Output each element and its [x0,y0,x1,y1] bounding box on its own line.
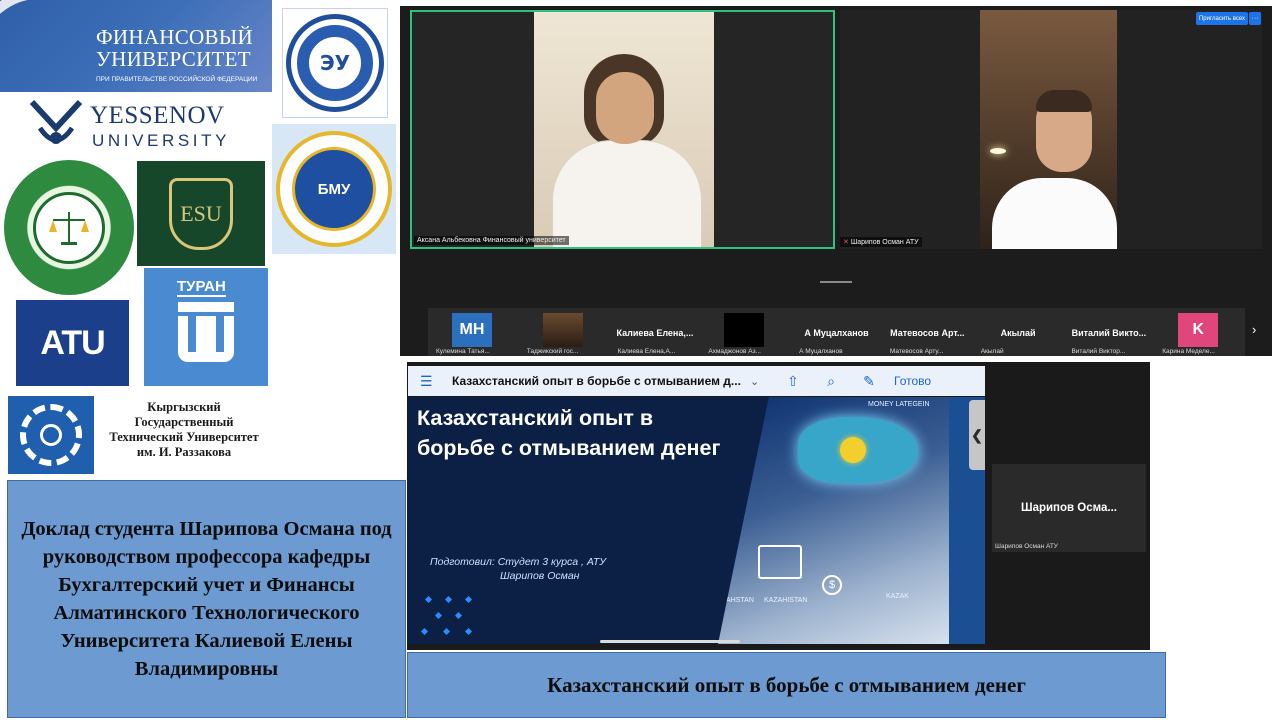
participant-thumbnail[interactable]: Матевосов Арт... Матевосов Арту... [882,308,973,356]
art-label: AHSTAN [726,597,754,604]
participant-display-name: Акылай [1000,328,1036,338]
participant-caption: Ахмаджонов Аз... [708,348,761,355]
participant-tile[interactable]: ✕ Шарипов Осман АТУ [840,10,1262,249]
flag-sun-icon [840,437,866,463]
financial-university-logo: ФИНАНСОВЫЙ УНИВЕРСИТЕТ ПРИ ПРАВИТЕЛЬСТВЕ… [0,0,272,92]
turan-wordmark: ТУРАН [177,278,226,297]
art-label: KAZAK [886,593,909,600]
participant-caption: Матевосов Арту... [889,348,944,355]
kgtu-name: Кыргызский Государственный Технический У… [109,400,259,459]
participant-name-label: ✕ Шарипов Осман АТУ [840,237,922,247]
list-icon[interactable]: ☰ [420,373,438,390]
participant-thumbnail[interactable]: Ахмаджонов Аз... [700,308,791,356]
participant-caption: А Муцалханов [799,348,843,355]
document-title[interactable]: Казахстанский опыт в борьбе с отмыванием… [452,374,742,388]
participant-thumbnail[interactable]: K Карина Меделе... [1154,308,1245,356]
logo-name: ФИНАНСОВЫЙ УНИВЕРСИТЕТ [96,26,253,70]
logo-name-line2: УНИВЕРСИТЕТ [96,47,251,71]
bmu-mark: БМУ [292,147,376,231]
participant-thumbnail[interactable]: Виталий Викто... Виталий Виктор... [1063,308,1154,356]
participant-tile-active-speaker[interactable]: Аксана Альбековна Финансовый университет [410,10,835,249]
presentation-slide: $ MONEY LATEGEIN AHSTAN KAZAHISTAN KAZAK… [408,397,949,644]
scales-icon [33,191,105,264]
yessenov-university-logo: YESSENOV UNIVERSITY [28,98,258,158]
resize-handle[interactable] [820,281,852,283]
esu-logo: ESU [137,161,265,266]
seal-icon: ЭУ [286,14,384,112]
avatar: K [1178,313,1219,347]
topic-caption-text: Казахстанский опыт в борьбе с отмыванием… [547,672,1026,697]
logo-subtitle: ПРИ ПРАВИТЕЛЬСТВЕ РОССИЙСКОЙ ФЕДЕРАЦИИ [96,76,258,83]
participant-caption: Карина Меделе... [1162,348,1215,355]
dollar-icon: $ [822,575,842,595]
slide-author-line1: Подготовил: Студет 3 курса , АТУ [430,556,606,568]
participant-caption: Виталий Виктор... [1071,348,1126,355]
avatar [542,313,583,347]
topic-caption-panel: Казахстанский опыт в борьбе с отмыванием… [407,652,1166,718]
slide-author-line2: Шарипов Осман [500,570,580,582]
esu-shield-icon: ESU [169,177,233,250]
participant-thumbnail[interactable]: MH Кулемина Татья... [428,308,519,356]
slide-illustration: $ MONEY LATEGEIN AHSTAN KAZAHISTAN KAZAK [718,397,949,644]
art-label: MONEY LATEGEIN [868,401,930,408]
participant-thumbnail[interactable]: Калиева Елена,... Калиева Елена,А... [610,308,701,356]
yessenov-emblem-icon [29,99,83,144]
done-button[interactable]: Готово [894,374,931,388]
avatar: MH [452,313,492,347]
belarus-economic-university-logo: ЭУ [282,8,388,118]
participant-thumbnail[interactable]: Таджикский гос... [519,308,610,356]
report-description-panel: Доклад студента Шарипова Османа под руко… [7,480,406,718]
participant-name-text: Шарипов Осман АТУ [850,239,919,246]
invite-all-button[interactable]: Пригласить всех [1196,12,1248,25]
participant-display-name: Шарипов Осма... [1021,502,1117,514]
gear-icon [20,404,82,466]
participant-caption: Калиева Елена,А... [617,348,676,355]
next-page-button[interactable]: › [1252,322,1256,337]
participant-strip: MH Кулемина Татья... Таджикский гос... К… [428,308,1245,356]
seal-mark: ЭУ [313,41,357,85]
more-options-button[interactable]: ··· [1249,12,1261,25]
slide-author: Подготовил: Студет 3 курса , АТУ Шарипов… [430,555,606,583]
bmu-seal-icon: БМУ [276,131,392,247]
chevron-down-icon[interactable]: ⌄ [750,375,764,388]
participant-caption: Таджикский гос... [526,348,579,355]
mic-muted-icon: ✕ [843,239,851,246]
yessenov-subwordmark: UNIVERSITY [92,131,231,150]
document-toolbar: ☰ Казахстанский опыт в борьбе с отмывани… [408,366,985,396]
collapse-panel-button[interactable]: ❮ [969,400,985,470]
tajik-state-university-of-commerce-logo [4,160,134,295]
participant-tile[interactable]: Шарипов Осма... Шарипов Осман АТУ [992,464,1146,552]
logo-name-line1: ФИНАНСОВЫЙ [96,25,253,49]
report-description-text: Доклад студента Шарипова Османа под руко… [21,518,392,680]
participant-video [534,12,714,247]
kgtu-logo [6,394,96,476]
participant-display-name: Матевосов Арт... [890,328,965,338]
participant-name-label: Аксана Альбековна Финансовый университет [414,236,569,245]
participant-caption: Шарипов Осман АТУ [995,543,1058,550]
participant-video [980,10,1117,249]
avatar [724,313,765,347]
bishkek-state-university-logo: БМУ [272,124,396,254]
atu-logo: ATU [16,300,129,386]
participant-display-name: Калиева Елена,... [616,328,694,338]
yessenov-wordmark: YESSENOV [90,102,225,129]
participant-display-name: А Муцалханов [804,328,869,338]
participant-display-name: Виталий Викто... [1071,328,1147,338]
decorative-diamonds [418,593,488,639]
monitor-icon [758,545,802,579]
participant-thumbnail[interactable]: А Муцалханов А Муцалханов [791,308,882,356]
share-icon[interactable]: ⇧ [784,373,802,390]
participant-thumbnail[interactable]: Акылай Акылай [973,308,1064,356]
participant-caption: Акылай [980,348,1004,355]
home-indicator [600,640,740,643]
art-label: KAZAHISTAN [764,597,808,604]
slide-title: Казахстанский опыт в борьбе с отмыванием… [417,406,721,460]
markup-icon[interactable]: ✎ [860,373,878,390]
participant-caption: Кулемина Татья... [436,348,490,355]
search-icon[interactable]: ⌕ [822,373,840,390]
turan-university-logo: ТУРАН [144,268,268,386]
